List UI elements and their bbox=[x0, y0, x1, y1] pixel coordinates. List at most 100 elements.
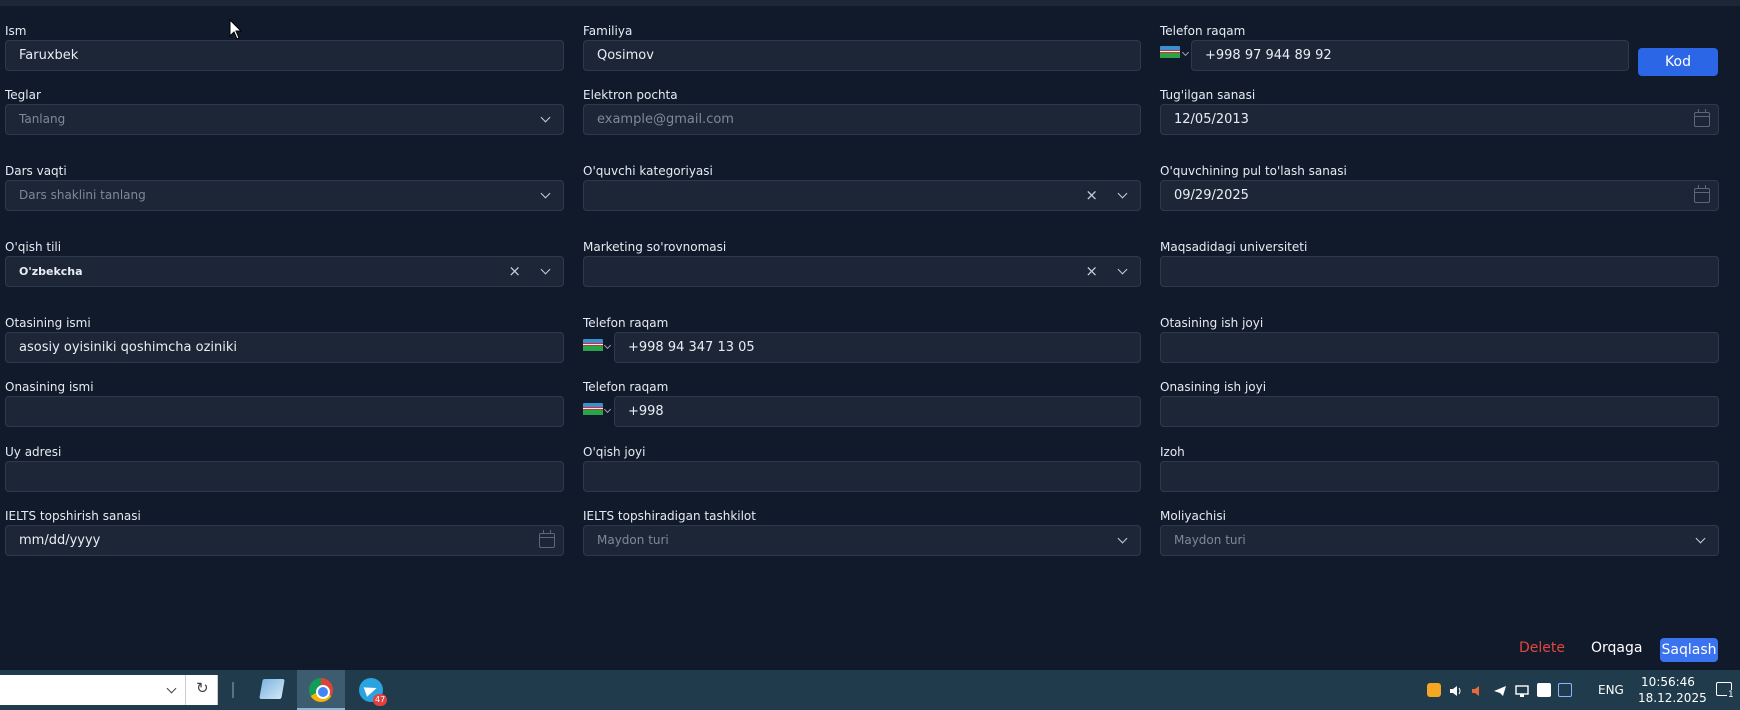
student-form-panel: Ism Faruxbek Familiya Qosimov Telefon ra… bbox=[0, 6, 1740, 670]
ona-telefon-value: +998 bbox=[628, 404, 664, 419]
otasi-input[interactable]: asosiy oyisiniki qoshimcha oziniki bbox=[5, 332, 564, 363]
telefon-label: Telefon raqam bbox=[1160, 24, 1246, 38]
mouse-cursor-icon bbox=[229, 19, 243, 40]
marketing-select[interactable]: × bbox=[583, 256, 1141, 287]
otasi-label: Otasining ismi bbox=[5, 316, 91, 330]
oqish-tili-label: O'qish tili bbox=[5, 240, 62, 254]
uz-flag-icon[interactable] bbox=[583, 403, 603, 417]
ielts-sana-date-input[interactable]: mm/dd/yyyy bbox=[5, 525, 564, 556]
ota-telefon-label: Telefon raqam bbox=[583, 316, 669, 330]
telegram-badge: 47 bbox=[373, 694, 388, 706]
teglar-label: Teglar bbox=[5, 88, 41, 102]
telegram-tray-icon[interactable] bbox=[1493, 683, 1507, 697]
pul-sanasi-value: 09/29/2025 bbox=[1174, 188, 1249, 203]
ota-ish-label: Otasining ish joyi bbox=[1160, 316, 1264, 330]
notepad-app-button[interactable] bbox=[247, 670, 295, 710]
kategoriya-select[interactable]: × bbox=[583, 180, 1141, 211]
notification-count: 1 bbox=[1727, 690, 1735, 700]
otasi-value: asosiy oyisiniki qoshimcha oziniki bbox=[19, 340, 238, 355]
ism-input[interactable]: Faruxbek bbox=[5, 40, 564, 71]
chrome-icon bbox=[309, 678, 333, 702]
chevron-down-icon bbox=[540, 112, 551, 123]
network-icon[interactable] bbox=[1515, 683, 1529, 697]
ielts-tashkilot-placeholder: Maydon turi bbox=[597, 533, 669, 547]
clear-icon[interactable]: × bbox=[1085, 181, 1098, 210]
chevron-down-icon bbox=[603, 405, 612, 414]
teglar-placeholder: Tanlang bbox=[19, 112, 66, 126]
izoh-label: Izoh bbox=[1160, 445, 1185, 459]
speaker-icon[interactable] bbox=[1449, 683, 1463, 697]
familiya-input[interactable]: Qosimov bbox=[583, 40, 1141, 71]
oqish-joyi-input[interactable] bbox=[583, 461, 1141, 492]
tray-app-icon[interactable] bbox=[1427, 683, 1441, 697]
ona-telefon-label: Telefon raqam bbox=[583, 380, 669, 394]
moliyachi-label: Moliyachisi bbox=[1160, 509, 1226, 523]
clear-icon[interactable]: × bbox=[1085, 257, 1098, 286]
uy-adresi-input[interactable] bbox=[5, 461, 564, 492]
ota-telefon-value: +998 94 347 13 05 bbox=[628, 340, 755, 355]
chevron-down-icon bbox=[540, 264, 551, 275]
ota-ish-input[interactable] bbox=[1160, 332, 1719, 363]
chevron-down-icon bbox=[1117, 533, 1128, 544]
email-input[interactable]: example@gmail.com bbox=[583, 104, 1141, 135]
oqish-joyi-label: O'qish joyi bbox=[583, 445, 646, 459]
input-method-icon[interactable] bbox=[1558, 683, 1572, 697]
universitet-input[interactable] bbox=[1160, 256, 1719, 287]
taskbar: ↻ 47 ENG 10:56:46 18.12.2025 1 bbox=[0, 670, 1740, 710]
calendar-icon[interactable] bbox=[1694, 185, 1710, 203]
universitet-label: Maqsadidagi universiteti bbox=[1160, 240, 1308, 254]
calendar-icon[interactable] bbox=[1694, 109, 1710, 127]
user-tray-icon[interactable] bbox=[1537, 683, 1551, 697]
chrome-app-button[interactable] bbox=[297, 670, 345, 710]
uz-flag-icon[interactable] bbox=[583, 339, 603, 353]
chevron-down-icon[interactable] bbox=[166, 683, 177, 694]
clear-icon[interactable]: × bbox=[508, 257, 521, 286]
teglar-select[interactable]: Tanlang bbox=[5, 104, 564, 135]
onasi-input[interactable] bbox=[5, 396, 564, 427]
refresh-icon[interactable]: ↻ bbox=[196, 679, 209, 697]
clock[interactable]: 10:56:46 18.12.2025 bbox=[1638, 674, 1707, 706]
clock-date: 18.12.2025 bbox=[1638, 691, 1707, 705]
language-indicator[interactable]: ENG bbox=[1598, 683, 1624, 697]
moliyachi-select[interactable]: Maydon turi bbox=[1160, 525, 1719, 556]
kod-button[interactable]: Kod bbox=[1638, 48, 1718, 76]
divider bbox=[185, 675, 186, 705]
izoh-input[interactable] bbox=[1160, 461, 1719, 492]
email-placeholder: example@gmail.com bbox=[597, 112, 734, 127]
tugilgan-label: Tug'ilgan sanasi bbox=[1160, 88, 1256, 102]
back-button[interactable]: Orqaga bbox=[1591, 640, 1642, 656]
delete-button[interactable]: Delete bbox=[1519, 640, 1565, 656]
uy-adresi-label: Uy adresi bbox=[5, 445, 62, 459]
telefon-value: +998 97 944 89 92 bbox=[1205, 48, 1332, 63]
chevron-down-icon bbox=[1695, 533, 1706, 544]
pul-sanasi-date-input[interactable]: 09/29/2025 bbox=[1160, 180, 1719, 211]
tugilgan-date-input[interactable]: 12/05/2013 bbox=[1160, 104, 1719, 135]
ism-label: Ism bbox=[5, 24, 27, 38]
familiya-value: Qosimov bbox=[597, 48, 654, 63]
ielts-sana-label: IELTS topshirish sanasi bbox=[5, 509, 141, 523]
kategoriya-label: O'quvchi kategoriyasi bbox=[583, 164, 713, 178]
chevron-down-icon bbox=[603, 341, 612, 350]
telefon-input[interactable]: +998 97 944 89 92 bbox=[1191, 40, 1629, 71]
familiya-label: Familiya bbox=[583, 24, 633, 38]
ielts-tashkilot-select[interactable]: Maydon turi bbox=[583, 525, 1141, 556]
taskbar-address-box[interactable]: ↻ bbox=[0, 675, 218, 705]
dars-vaqti-placeholder: Dars shaklini tanlang bbox=[19, 188, 146, 202]
uz-flag-icon[interactable] bbox=[1160, 46, 1180, 60]
chevron-down-icon bbox=[1117, 264, 1128, 275]
telegram-app-button[interactable]: 47 bbox=[347, 670, 395, 710]
ona-telefon-input[interactable]: +998 bbox=[614, 396, 1141, 427]
calendar-icon[interactable] bbox=[539, 530, 555, 548]
dars-vaqti-label: Dars vaqti bbox=[5, 164, 67, 178]
save-button[interactable]: Saqlash bbox=[1660, 638, 1718, 662]
oqish-tili-select[interactable]: O'zbekcha × bbox=[5, 256, 564, 287]
oqish-tili-value: O'zbekcha bbox=[19, 265, 83, 278]
moliyachi-placeholder: Maydon turi bbox=[1174, 533, 1246, 547]
ona-ish-label: Onasining ish joyi bbox=[1160, 380, 1267, 394]
ielts-sana-placeholder: mm/dd/yyyy bbox=[19, 533, 101, 548]
onasi-label: Onasining ismi bbox=[5, 380, 94, 394]
muted-speaker-icon[interactable] bbox=[1471, 683, 1485, 697]
ona-ish-input[interactable] bbox=[1160, 396, 1719, 427]
dars-vaqti-select[interactable]: Dars shaklini tanlang bbox=[5, 180, 564, 211]
ota-telefon-input[interactable]: +998 94 347 13 05 bbox=[614, 332, 1141, 363]
